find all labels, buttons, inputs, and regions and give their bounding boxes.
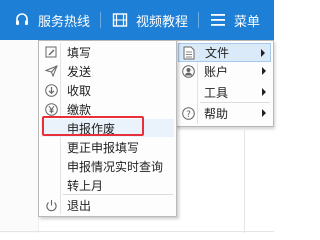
help-icon: ?	[178, 107, 198, 120]
chevron-right-icon	[262, 67, 266, 75]
menu-separator	[200, 102, 270, 103]
send-icon	[41, 65, 61, 77]
top-toolbar: 服务热线 视频教程 菜单	[0, 0, 274, 40]
chevron-right-icon	[262, 109, 266, 117]
menu-separator	[63, 194, 173, 195]
menu-item-account[interactable]: 账户	[178, 62, 271, 81]
menu-item-label: 文件	[205, 46, 230, 60]
headset-icon	[14, 12, 30, 28]
toolbar-divider	[100, 12, 101, 28]
submenu-item-label: 填写	[67, 45, 92, 60]
download-icon	[41, 83, 61, 97]
submenu-item-payment[interactable]: 缴款	[41, 100, 174, 118]
submenu-item-label: 更正申报填写	[67, 140, 140, 155]
submenu-item-label: 缴款	[67, 102, 92, 117]
menu-item-label: 工具	[204, 86, 229, 100]
edit-icon	[41, 46, 61, 58]
video-tutorial-label: 视频教程	[136, 14, 189, 30]
submenu-item-fill[interactable]: 填写	[41, 43, 174, 61]
film-icon	[112, 12, 128, 28]
background-divider	[244, 130, 245, 233]
toolbar-divider	[198, 12, 199, 28]
menu-button[interactable]: 菜单	[210, 0, 260, 40]
hamburger-icon	[210, 13, 226, 27]
power-icon	[41, 199, 61, 212]
submenu-item-label: 退出	[67, 198, 92, 213]
submenu-item-label: 申报作废	[67, 121, 116, 136]
menu-label: 菜单	[234, 14, 261, 30]
file-submenu: 填写 发送 收取 缴款 申报作废 更正申报填写 申报情况实时查询 转上月 退出	[38, 40, 177, 217]
submenu-item-realtime-query[interactable]: 申报情况实时查询	[41, 157, 174, 175]
submenu-item-send[interactable]: 发送	[41, 62, 174, 80]
background-panel	[0, 40, 39, 233]
svg-text:?: ?	[186, 110, 191, 120]
submenu-item-label: 收取	[67, 83, 92, 98]
submenu-item-receive[interactable]: 收取	[41, 81, 174, 99]
menu-item-label: 账户	[204, 65, 229, 79]
menu-item-file[interactable]: 文件	[178, 43, 271, 62]
submenu-item-correction[interactable]: 更正申报填写	[41, 138, 174, 156]
submenu-item-exit[interactable]: 退出	[41, 196, 174, 214]
menu-item-help[interactable]: ? 帮助	[178, 104, 271, 123]
service-hotline-button[interactable]: 服务热线	[14, 0, 90, 40]
menu-item-tools[interactable]: 工具	[178, 83, 271, 102]
main-dropdown-menu: 文件 账户 工具 ? 帮助	[175, 40, 274, 127]
submenu-item-previous-month[interactable]: 转上月	[41, 176, 174, 194]
background-divider	[0, 231, 274, 232]
submenu-item-label: 发送	[67, 64, 92, 79]
file-icon	[179, 46, 199, 60]
chevron-right-icon	[262, 88, 266, 96]
yen-icon	[41, 102, 61, 116]
service-hotline-label: 服务热线	[38, 14, 91, 30]
video-tutorial-button[interactable]: 视频教程	[112, 0, 188, 40]
chevron-right-icon	[261, 49, 265, 57]
submenu-item-void-declaration[interactable]: 申报作废	[41, 119, 174, 137]
menu-item-label: 帮助	[204, 107, 229, 121]
submenu-item-label: 申报情况实时查询	[67, 159, 164, 174]
submenu-item-label: 转上月	[67, 178, 104, 193]
user-icon	[178, 65, 198, 78]
